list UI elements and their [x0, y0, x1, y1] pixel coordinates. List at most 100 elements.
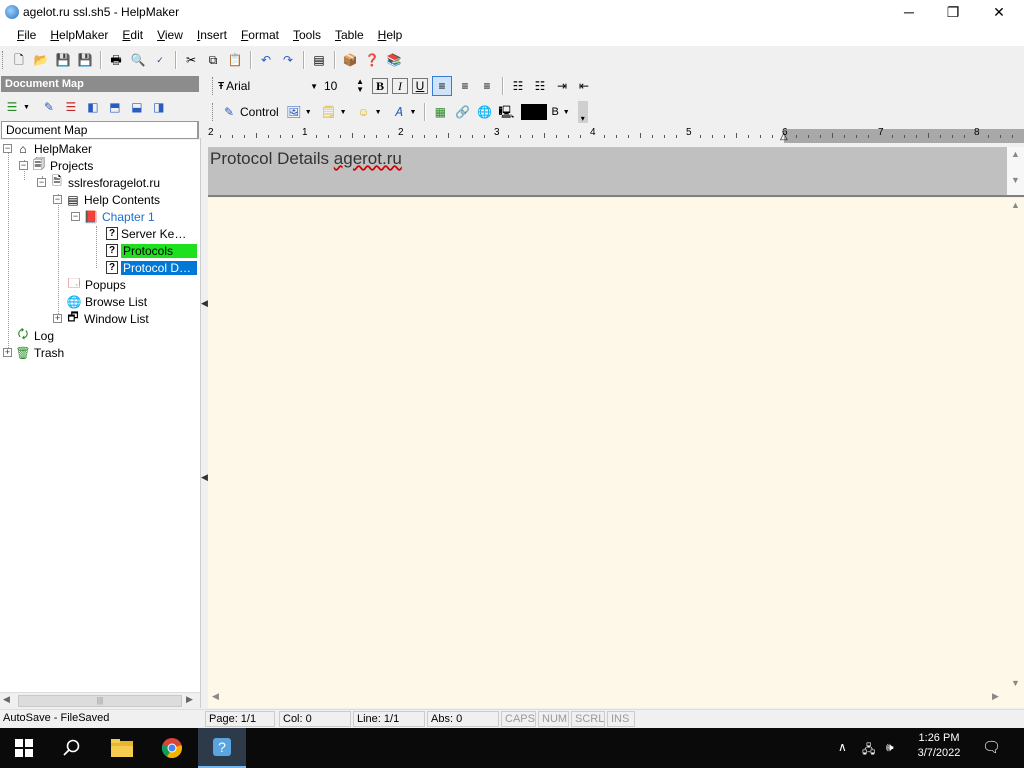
move-down-icon[interactable]: ⬓: [128, 98, 146, 116]
menu-tools[interactable]: Tools: [286, 28, 328, 42]
scroll-up-icon[interactable]: ▲: [1007, 200, 1024, 210]
misspelled-word[interactable]: agerot.ru: [334, 149, 402, 168]
editor-horizontal-scrollbar[interactable]: ◀ ▶: [208, 690, 1007, 704]
tree-node-helpmaker[interactable]: − ⌂ HelpMaker: [3, 140, 92, 157]
helpmaker-taskbar-button[interactable]: ?: [198, 728, 246, 768]
print-preview-icon[interactable]: 🔍: [129, 51, 147, 69]
font-style-icon[interactable]: 𝐴: [390, 103, 408, 121]
insert-field-icon[interactable]: ▦: [431, 103, 449, 121]
control-button[interactable]: ✎ Control: [218, 103, 279, 121]
scroll-right-icon[interactable]: ▶: [186, 694, 193, 705]
insert-object-icon[interactable]: 🖳: [497, 103, 515, 121]
topic-editor[interactable]: ▲ ▼ ◀ ▶: [208, 198, 1024, 708]
scroll-right-icon[interactable]: ▶: [992, 691, 999, 702]
file-explorer-button[interactable]: [98, 728, 146, 768]
add-topic-icon[interactable]: ☰: [3, 98, 21, 116]
volume-icon[interactable]: 🕪: [886, 740, 894, 755]
open-folder-icon[interactable]: 📂: [32, 51, 50, 69]
pane-splitter[interactable]: ◀ ◀: [200, 138, 208, 708]
align-center-button[interactable]: ≡: [456, 77, 474, 95]
collapse-icon[interactable]: −: [37, 178, 46, 187]
insert-image-icon[interactable]: 🖼: [285, 103, 303, 121]
tree-node-trash[interactable]: + 🗑 Trash: [3, 344, 64, 361]
tree-node-project[interactable]: − 🗎 sslresforagelot.ru: [37, 174, 160, 191]
menu-helpmaker[interactable]: HelpMaker: [43, 28, 115, 42]
chevron-down-icon[interactable]: ▼: [23, 104, 30, 111]
print-icon[interactable]: 🖶: [107, 51, 125, 69]
scroll-left-icon[interactable]: ◀: [3, 694, 10, 705]
bullet-list-icon[interactable]: ☷: [509, 77, 527, 95]
collapse-icon[interactable]: −: [19, 161, 28, 170]
topic-properties-icon[interactable]: ▤: [310, 51, 328, 69]
notifications-icon[interactable]: 🗨: [982, 738, 1001, 756]
menu-view[interactable]: View: [150, 28, 190, 42]
title-vertical-scrollbar[interactable]: ▲ ▼: [1007, 147, 1024, 195]
restore-button[interactable]: ❐: [930, 0, 976, 24]
close-button[interactable]: ✕: [976, 0, 1022, 24]
chevron-down-icon[interactable]: ▼: [340, 109, 347, 116]
save-all-icon[interactable]: 💾: [76, 51, 94, 69]
search-button[interactable]: [48, 728, 96, 768]
note-icon[interactable]: 🗒: [320, 103, 338, 121]
toolbar-overflow-icon[interactable]: ▾: [577, 101, 588, 123]
undo-icon[interactable]: ↶: [257, 51, 275, 69]
tree-node-log[interactable]: 🗘 Log: [15, 327, 54, 344]
menu-table[interactable]: Table: [328, 28, 371, 42]
menu-edit[interactable]: Edit: [115, 28, 150, 42]
save-icon[interactable]: 💾: [54, 51, 72, 69]
tree-node-chapter-1[interactable]: − 📕 Chapter 1: [71, 208, 155, 225]
chevron-down-icon[interactable]: ▼: [305, 109, 312, 116]
align-left-button[interactable]: ≡: [432, 76, 452, 96]
font-select[interactable]: Ŧ Arial ▼: [218, 77, 318, 95]
font-size-select[interactable]: 10 ▲ ▼: [324, 77, 364, 95]
menu-format[interactable]: Format: [234, 28, 286, 42]
chevron-down-icon[interactable]: ▼: [410, 109, 417, 116]
outdent-icon[interactable]: ⇤: [575, 77, 593, 95]
books-icon[interactable]: 📚: [385, 51, 403, 69]
tree-node-window-list[interactable]: + 🗗 Window List: [53, 310, 149, 327]
globe-icon[interactable]: 🌐: [475, 103, 493, 121]
collapse-left-icon[interactable]: ◀: [201, 298, 208, 309]
collapse-left-icon[interactable]: ◀: [201, 472, 208, 483]
tree-node-popups[interactable]: 🗔 Popups: [66, 276, 125, 293]
chrome-button[interactable]: [148, 728, 196, 768]
topic-title-area[interactable]: Protocol Details agerot.ru ▲ ▼: [208, 147, 1024, 197]
tree-node-topic-selected[interactable]: ? Protocol D…: [104, 259, 197, 276]
chevron-down-icon[interactable]: ▼: [563, 109, 570, 116]
smiley-icon[interactable]: ☺: [355, 103, 373, 121]
align-right-button[interactable]: ≡: [478, 77, 496, 95]
tree-node-topic[interactable]: ? Protocols: [104, 242, 197, 259]
scroll-down-icon[interactable]: ▼: [1007, 678, 1024, 688]
collapse-icon[interactable]: −: [3, 144, 12, 153]
menu-file[interactable]: File: [10, 28, 43, 42]
tree-node-topic[interactable]: ? Server Ke…: [104, 225, 186, 242]
editor-vertical-scrollbar[interactable]: ▲ ▼: [1007, 198, 1024, 690]
compile-icon[interactable]: 📦: [341, 51, 359, 69]
document-map-tab[interactable]: Document Map: [1, 121, 199, 139]
scrollbar-thumb[interactable]: |||: [18, 695, 182, 707]
text-color-swatch[interactable]: [521, 104, 548, 120]
chevron-down-icon[interactable]: ▼: [375, 109, 382, 116]
tree-node-help-contents[interactable]: − ▤ Help Contents: [53, 191, 160, 208]
scroll-up-icon[interactable]: ▲: [1007, 149, 1024, 159]
toolbar-grip[interactable]: [2, 51, 5, 69]
bold-button[interactable]: B: [372, 78, 388, 94]
network-icon[interactable]: 🖧: [862, 740, 875, 761]
topic-title[interactable]: Protocol Details agerot.ru: [210, 149, 402, 169]
minimize-button[interactable]: ─: [886, 0, 932, 24]
move-left-icon[interactable]: ◧: [84, 98, 102, 116]
collapse-icon[interactable]: −: [71, 212, 80, 221]
italic-button[interactable]: I: [392, 78, 408, 94]
start-button[interactable]: [0, 728, 48, 768]
move-right-icon[interactable]: ◨: [150, 98, 168, 116]
cut-icon[interactable]: ✂: [182, 51, 200, 69]
tree-horizontal-scrollbar[interactable]: ◀ ||| ▶: [0, 692, 200, 708]
indent-icon[interactable]: ⇥: [553, 77, 571, 95]
new-document-icon[interactable]: 🗋: [10, 51, 28, 69]
expand-icon[interactable]: +: [53, 314, 62, 323]
scroll-down-icon[interactable]: ▼: [1007, 175, 1024, 185]
topic-list-icon[interactable]: ☰: [62, 98, 80, 116]
spell-check-icon[interactable]: ✓: [151, 51, 169, 69]
move-up-icon[interactable]: ⬒: [106, 98, 124, 116]
link-icon[interactable]: 🔗: [453, 103, 471, 121]
